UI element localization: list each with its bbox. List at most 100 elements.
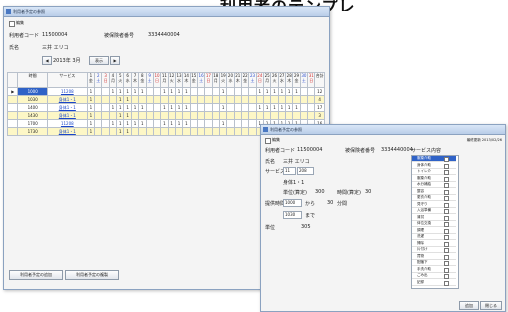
day-cell[interactable] xyxy=(255,95,265,104)
day-cell[interactable] xyxy=(204,111,213,120)
contents-checkbox[interactable] xyxy=(444,157,449,162)
service-link[interactable]: 身体1・1 xyxy=(46,95,88,104)
day-cell[interactable] xyxy=(108,95,118,104)
day-cell[interactable] xyxy=(211,111,220,120)
day-cell[interactable] xyxy=(145,127,154,136)
contents-checkbox[interactable] xyxy=(444,196,449,201)
day-cell[interactable] xyxy=(292,111,301,120)
day-cell[interactable] xyxy=(94,95,103,104)
contents-checkbox[interactable] xyxy=(444,235,449,240)
table-row[interactable]: 1430 身体1・1 1 1 1 3 xyxy=(6,111,325,120)
contents-item[interactable]: 洗濯 xyxy=(412,234,456,240)
copy-schedule-button[interactable]: 利用者予定の複製 xyxy=(65,270,119,280)
contents-item[interactable]: 更衣介助 xyxy=(412,195,456,201)
contents-item[interactable]: 買物 xyxy=(412,253,456,260)
contents-checkbox[interactable] xyxy=(444,215,449,221)
contents-item[interactable]: 手洗介助 xyxy=(412,266,456,273)
contents-checkbox[interactable] xyxy=(444,261,449,266)
day-cell[interactable] xyxy=(152,119,162,128)
day-cell[interactable] xyxy=(270,111,279,120)
contents-checkbox[interactable] xyxy=(444,183,449,188)
day-cell[interactable]: 1 xyxy=(116,111,125,120)
day-cell[interactable]: 1 xyxy=(174,87,184,96)
contents-checkbox[interactable] xyxy=(444,189,449,195)
day-cell[interactable]: 1 xyxy=(167,87,176,96)
day-cell[interactable] xyxy=(145,103,154,112)
time-cell[interactable]: 1000 xyxy=(17,87,48,96)
day-cell[interactable] xyxy=(248,95,257,104)
day-cell[interactable]: 1 xyxy=(116,127,125,136)
day-cell[interactable] xyxy=(211,119,220,128)
day-cell[interactable] xyxy=(218,95,228,104)
contents-item[interactable]: ごみ出 xyxy=(412,273,456,279)
contents-checkbox[interactable] xyxy=(444,222,449,227)
time-cell[interactable]: 1430 xyxy=(17,111,48,120)
day-cell[interactable] xyxy=(248,111,257,120)
edit-checkbox[interactable] xyxy=(9,21,15,27)
service-code-field[interactable]: 11 xyxy=(283,167,296,175)
service-link[interactable]: 身体1・1 xyxy=(46,111,88,120)
day-cell[interactable]: 1 xyxy=(130,103,140,112)
day-cell[interactable]: 1 xyxy=(86,95,96,104)
day-cell[interactable] xyxy=(160,95,169,104)
day-cell[interactable] xyxy=(277,111,287,120)
day-cell[interactable] xyxy=(167,95,176,104)
day-cell[interactable]: 1 xyxy=(123,111,132,120)
day-cell[interactable]: 1 xyxy=(262,103,272,112)
day-cell[interactable] xyxy=(160,127,169,136)
day-cell[interactable] xyxy=(248,127,257,136)
display-button[interactable]: 表示 xyxy=(89,56,109,65)
day-cell[interactable] xyxy=(299,95,309,104)
contents-item[interactable]: 調理 xyxy=(412,227,456,234)
contents-checkbox[interactable] xyxy=(444,163,449,169)
day-cell[interactable] xyxy=(130,95,140,104)
service-link[interactable]: 身体1・1 xyxy=(46,127,88,136)
day-cell[interactable] xyxy=(226,95,235,104)
day-cell[interactable]: 1 xyxy=(292,103,301,112)
contents-checkbox[interactable] xyxy=(444,274,449,279)
service-link[interactable]: 11208 xyxy=(46,87,88,96)
contents-checkbox[interactable] xyxy=(444,241,449,247)
day-cell[interactable]: 1 xyxy=(182,103,191,112)
close-button[interactable]: 閉じる xyxy=(480,301,502,310)
day-cell[interactable]: 1 xyxy=(108,119,118,128)
contents-item[interactable]: 清拭 xyxy=(412,214,456,221)
day-cell[interactable] xyxy=(189,95,198,104)
day-cell[interactable] xyxy=(196,95,206,104)
day-cell[interactable]: 1 xyxy=(218,87,228,96)
day-cell[interactable] xyxy=(248,87,257,96)
day-cell[interactable] xyxy=(226,127,235,136)
day-cell[interactable] xyxy=(196,87,206,96)
contents-checkbox[interactable] xyxy=(444,248,449,253)
add-schedule-button[interactable]: 利用者予定の追加 xyxy=(9,270,63,280)
day-cell[interactable] xyxy=(262,111,272,120)
contents-item[interactable]: 記録 xyxy=(412,279,456,286)
day-cell[interactable]: 1 xyxy=(86,127,96,136)
day-cell[interactable] xyxy=(189,119,198,128)
day-cell[interactable]: 1 xyxy=(138,119,147,128)
day-cell[interactable]: 1 xyxy=(116,119,125,128)
day-cell[interactable] xyxy=(240,87,250,96)
day-cell[interactable] xyxy=(240,95,250,104)
day-cell[interactable]: 1 xyxy=(218,119,228,128)
day-cell[interactable] xyxy=(182,127,191,136)
contents-item[interactable]: 体位交換 xyxy=(412,221,456,227)
day-cell[interactable] xyxy=(101,127,110,136)
day-cell[interactable]: 1 xyxy=(138,103,147,112)
day-cell[interactable] xyxy=(130,127,140,136)
day-cell[interactable] xyxy=(167,127,176,136)
next-month-button[interactable]: ▶ xyxy=(110,56,120,65)
day-cell[interactable] xyxy=(233,111,242,120)
day-cell[interactable] xyxy=(160,111,169,120)
day-cell[interactable]: 1 xyxy=(123,103,132,112)
day-cell[interactable] xyxy=(196,111,206,120)
contents-item[interactable]: 掃除 xyxy=(412,240,456,247)
day-cell[interactable]: 1 xyxy=(123,95,132,104)
contents-item[interactable]: 見守り xyxy=(412,201,456,208)
day-cell[interactable] xyxy=(299,87,309,96)
day-cell[interactable] xyxy=(204,103,213,112)
contents-item[interactable]: 服薬介助 xyxy=(412,156,456,162)
day-cell[interactable] xyxy=(204,119,213,128)
day-cell[interactable]: 1 xyxy=(277,103,287,112)
day-cell[interactable] xyxy=(138,127,147,136)
